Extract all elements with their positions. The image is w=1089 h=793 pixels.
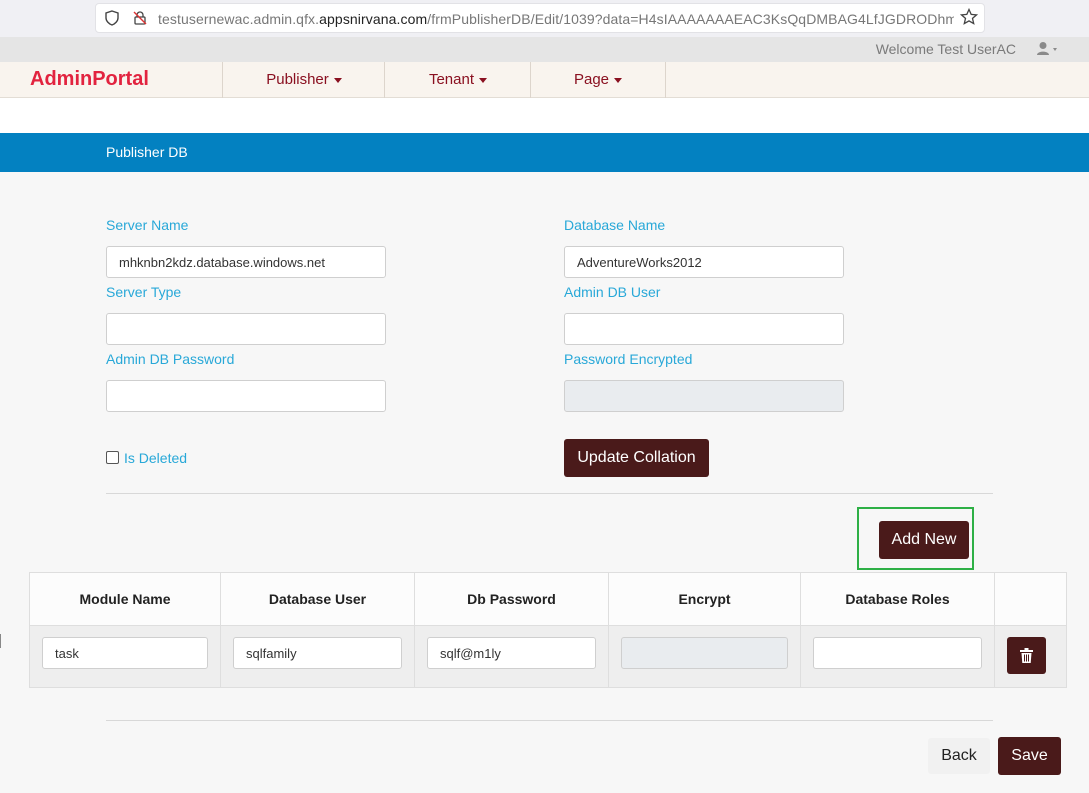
divider (106, 720, 993, 721)
shield-icon[interactable] (104, 10, 120, 26)
server-name-label: Server Name (106, 217, 189, 233)
divider (106, 493, 993, 494)
delete-row-button[interactable] (1007, 637, 1046, 674)
column-header-db-password: Db Password (415, 573, 609, 625)
server-type-input[interactable] (106, 313, 386, 345)
database-name-input[interactable] (564, 246, 844, 278)
welcome-text: Welcome Test UserAC (875, 41, 1016, 57)
update-collation-button[interactable]: Update Collation (564, 439, 709, 477)
address-bar[interactable]: testusernewac.admin.qfx.appsnirvana.com/… (95, 3, 985, 33)
nav-label: Page (573, 71, 610, 88)
page-header: Publisher DB (0, 133, 1089, 172)
server-type-label: Server Type (106, 284, 182, 300)
column-header-database-user: Database User (221, 573, 415, 625)
column-header-module-name: Module Name (30, 573, 221, 625)
browser-toolbar: testusernewac.admin.qfx.appsnirvana.com/… (0, 0, 1089, 37)
page-title: Publisher DB (106, 144, 188, 160)
trash-icon (1020, 648, 1033, 668)
save-button[interactable]: Save (998, 737, 1061, 775)
module-name-input[interactable] (42, 637, 208, 669)
welcome-bar: Welcome Test UserAC (0, 37, 1089, 62)
password-encrypted-label: Password Encrypted (564, 351, 693, 367)
column-header-database-roles: Database Roles (801, 573, 995, 625)
url-text[interactable]: testusernewac.admin.qfx.appsnirvana.com/… (158, 11, 954, 27)
caret-down-icon (333, 77, 342, 83)
brand-logo[interactable]: AdminPortal (30, 68, 149, 91)
database-roles-input[interactable] (813, 637, 982, 669)
database-name-label: Database Name (564, 217, 666, 233)
bookmark-star-icon[interactable] (959, 7, 979, 31)
nav-label: Tenant (428, 71, 475, 88)
nav-page[interactable]: Page (530, 62, 666, 98)
column-header-actions (995, 573, 1066, 625)
caret-down-icon (614, 77, 623, 83)
admin-db-password-label: Admin DB Password (106, 351, 235, 367)
nav-tenant[interactable]: Tenant (384, 62, 531, 98)
insecure-lock-icon[interactable] (132, 10, 148, 26)
admin-db-user-label: Admin DB User (564, 284, 661, 300)
add-new-button[interactable]: Add New (879, 521, 969, 559)
user-menu-icon[interactable] (1036, 41, 1062, 60)
encrypt-input (621, 637, 788, 669)
password-encrypted-input (564, 380, 844, 412)
back-button[interactable]: Back (928, 738, 990, 774)
side-marker (0, 634, 3, 648)
column-header-encrypt: Encrypt (609, 573, 801, 625)
nav-label: Publisher (266, 71, 329, 88)
admin-db-user-input[interactable] (564, 313, 844, 345)
database-user-input[interactable] (233, 637, 402, 669)
caret-down-icon (479, 77, 488, 83)
admin-db-password-input[interactable] (106, 380, 386, 412)
nav-publisher[interactable]: Publisher (222, 62, 385, 98)
is-deleted-label[interactable]: Is Deleted (124, 450, 187, 466)
server-name-input[interactable] (106, 246, 386, 278)
is-deleted-checkbox[interactable] (106, 451, 119, 464)
module-table: Module Name Database User Db Password En… (29, 572, 1067, 688)
top-navbar: AdminPortal Publisher Tenant Page (0, 62, 1089, 98)
db-password-input[interactable] (427, 637, 596, 669)
